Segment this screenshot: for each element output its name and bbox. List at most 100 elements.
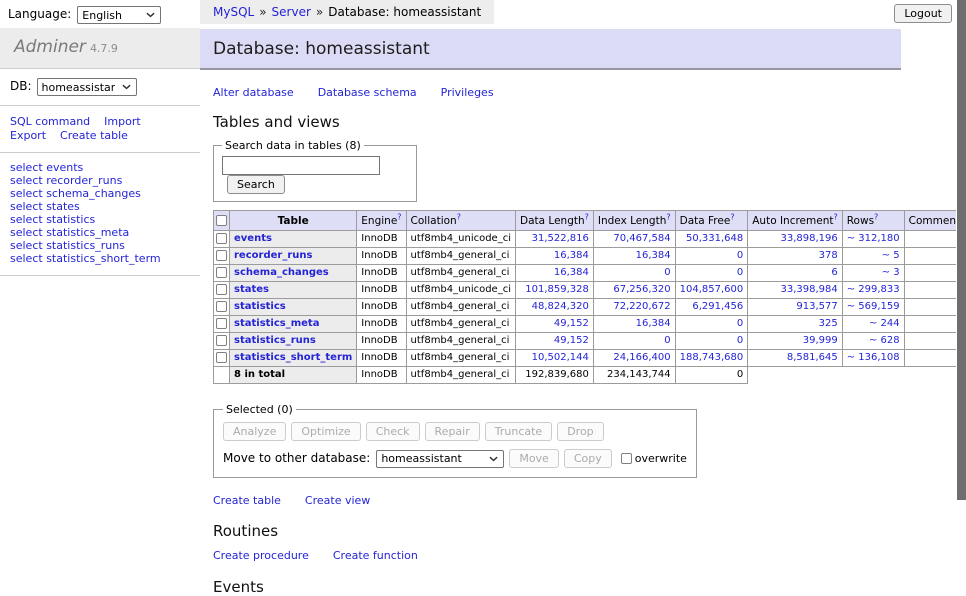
- table-name-link[interactable]: statistics: [46, 213, 95, 226]
- data-length-cell-link[interactable]: 10,502,144: [532, 352, 589, 363]
- table-name-link[interactable]: statistics_short_term: [46, 252, 160, 265]
- data-free-cell-link[interactable]: 104,857,600: [680, 284, 744, 295]
- move-button[interactable]: Move: [509, 449, 559, 468]
- sidebar-action-sql-command[interactable]: SQL command: [10, 115, 90, 128]
- sidebar-item-events[interactable]: select events: [10, 162, 200, 175]
- auto-increment-cell-link[interactable]: 6: [831, 267, 837, 278]
- sidebar-action-export[interactable]: Export: [10, 129, 46, 142]
- sidebar-item-statistics-meta[interactable]: select statistics_meta: [10, 227, 200, 240]
- auto-increment-cell-link[interactable]: 913,577: [796, 301, 837, 312]
- data-free-cell-link[interactable]: 0: [737, 267, 743, 278]
- table-link[interactable]: schema_changes: [234, 267, 329, 278]
- table-name-link[interactable]: recorder_runs: [46, 174, 122, 187]
- data-free-cell-link[interactable]: 50,331,648: [686, 233, 743, 244]
- table-name-link[interactable]: states: [46, 200, 80, 213]
- move-db-select[interactable]: homeassistant: [376, 450, 504, 468]
- check-button[interactable]: Check: [366, 422, 420, 441]
- data-free-cell-link[interactable]: 6,291,456: [692, 301, 743, 312]
- rows-cell-link[interactable]: ~ 312,180: [847, 233, 900, 244]
- table-name-link[interactable]: schema_changes: [46, 187, 141, 200]
- overwrite-checkbox[interactable]: [621, 453, 632, 464]
- select-link[interactable]: select: [10, 213, 43, 226]
- table-link[interactable]: statistics: [234, 301, 286, 312]
- table-link[interactable]: statistics_short_term: [234, 352, 352, 363]
- select-link[interactable]: select: [10, 226, 43, 239]
- create-view-link[interactable]: Create view: [305, 494, 370, 507]
- data-length-cell-link[interactable]: 49,152: [554, 335, 589, 346]
- auto-increment-cell-link[interactable]: 33,898,196: [780, 233, 837, 244]
- truncate-button[interactable]: Truncate: [485, 422, 552, 441]
- table-link[interactable]: states: [234, 284, 269, 295]
- data-free-cell-link[interactable]: 188,743,680: [680, 352, 744, 363]
- rows-cell-link[interactable]: ~ 569,159: [847, 301, 900, 312]
- analyze-button[interactable]: Analyze: [223, 422, 286, 441]
- data-length-cell-link[interactable]: 49,152: [554, 318, 589, 329]
- help-link[interactable]: ?: [585, 212, 589, 221]
- sidebar-item-schema-changes[interactable]: select schema_changes: [10, 188, 200, 201]
- rows-cell-link[interactable]: ~ 3: [882, 267, 900, 278]
- scrollbar-thumb[interactable]: [957, 0, 966, 500]
- select-link[interactable]: select: [10, 239, 43, 252]
- logout-button[interactable]: Logout: [894, 4, 952, 23]
- select-link[interactable]: select: [10, 174, 43, 187]
- help-link[interactable]: ?: [457, 212, 461, 221]
- repair-button[interactable]: Repair: [425, 422, 480, 441]
- row-checkbox[interactable]: [216, 301, 227, 312]
- data-length-cell-link[interactable]: 31,522,816: [532, 233, 589, 244]
- data-length-cell-link[interactable]: 16,384: [554, 267, 589, 278]
- table-name-link[interactable]: events: [46, 161, 83, 174]
- app-name-link[interactable]: Adminer: [14, 37, 86, 57]
- rows-cell-link[interactable]: ~ 244: [869, 318, 900, 329]
- index-length-cell-link[interactable]: 24,166,400: [613, 352, 670, 363]
- data-length-cell-link[interactable]: 48,824,320: [532, 301, 589, 312]
- table-link[interactable]: recorder_runs: [234, 250, 312, 261]
- sidebar-item-statistics-short-term[interactable]: select statistics_short_term: [10, 253, 200, 266]
- rows-cell-link[interactable]: ~ 628: [869, 335, 900, 346]
- data-free-cell-link[interactable]: 0: [737, 318, 743, 329]
- index-length-cell-link[interactable]: 70,467,584: [613, 233, 670, 244]
- sidebar-action-create-table[interactable]: Create table: [60, 129, 128, 142]
- optimize-button[interactable]: Optimize: [291, 422, 360, 441]
- rows-cell-link[interactable]: ~ 5: [882, 250, 900, 261]
- create-function-link[interactable]: Create function: [333, 549, 418, 562]
- table-link[interactable]: statistics_runs: [234, 335, 316, 346]
- data-free-cell-link[interactable]: 0: [737, 335, 743, 346]
- auto-increment-cell-link[interactable]: 325: [819, 318, 838, 329]
- copy-button[interactable]: Copy: [564, 449, 612, 468]
- select-link[interactable]: select: [10, 252, 43, 265]
- sidebar-item-statistics-runs[interactable]: select statistics_runs: [10, 240, 200, 253]
- index-length-cell-link[interactable]: 16,384: [636, 318, 671, 329]
- help-link[interactable]: ?: [833, 212, 837, 221]
- index-length-cell-link[interactable]: 0: [664, 335, 670, 346]
- alter-database-link[interactable]: Alter database: [213, 86, 294, 99]
- create-procedure-link[interactable]: Create procedure: [213, 549, 309, 562]
- sidebar-item-statistics[interactable]: select statistics: [10, 214, 200, 227]
- help-link[interactable]: ?: [397, 212, 401, 221]
- rows-cell-link[interactable]: ~ 136,108: [847, 352, 900, 363]
- table-name-link[interactable]: statistics_runs: [46, 239, 125, 252]
- table-link[interactable]: statistics_meta: [234, 318, 319, 329]
- db-select[interactable]: homeassistant: [37, 78, 137, 96]
- search-button[interactable]: Search: [227, 175, 285, 194]
- row-checkbox[interactable]: [216, 284, 227, 295]
- sidebar-item-states[interactable]: select states: [10, 201, 200, 214]
- select-link[interactable]: select: [10, 161, 43, 174]
- auto-increment-cell-link[interactable]: 378: [819, 250, 838, 261]
- row-checkbox[interactable]: [216, 250, 227, 261]
- database-schema-link[interactable]: Database schema: [318, 86, 417, 99]
- drop-button[interactable]: Drop: [557, 422, 603, 441]
- privileges-link[interactable]: Privileges: [441, 86, 494, 99]
- auto-increment-cell-link[interactable]: 39,999: [803, 335, 838, 346]
- index-length-cell-link[interactable]: 0: [664, 267, 670, 278]
- select-all-checkbox[interactable]: [216, 215, 227, 226]
- sidebar-item-recorder-runs[interactable]: select recorder_runs: [10, 175, 200, 188]
- row-checkbox[interactable]: [216, 267, 227, 278]
- table-link[interactable]: events: [234, 233, 272, 244]
- row-checkbox[interactable]: [216, 335, 227, 346]
- table-name-link[interactable]: statistics_meta: [46, 226, 129, 239]
- select-link[interactable]: select: [10, 200, 43, 213]
- row-checkbox[interactable]: [216, 352, 227, 363]
- data-length-cell-link[interactable]: 101,859,328: [525, 284, 589, 295]
- vertical-scrollbar[interactable]: [956, 0, 966, 543]
- help-link[interactable]: ?: [666, 212, 670, 221]
